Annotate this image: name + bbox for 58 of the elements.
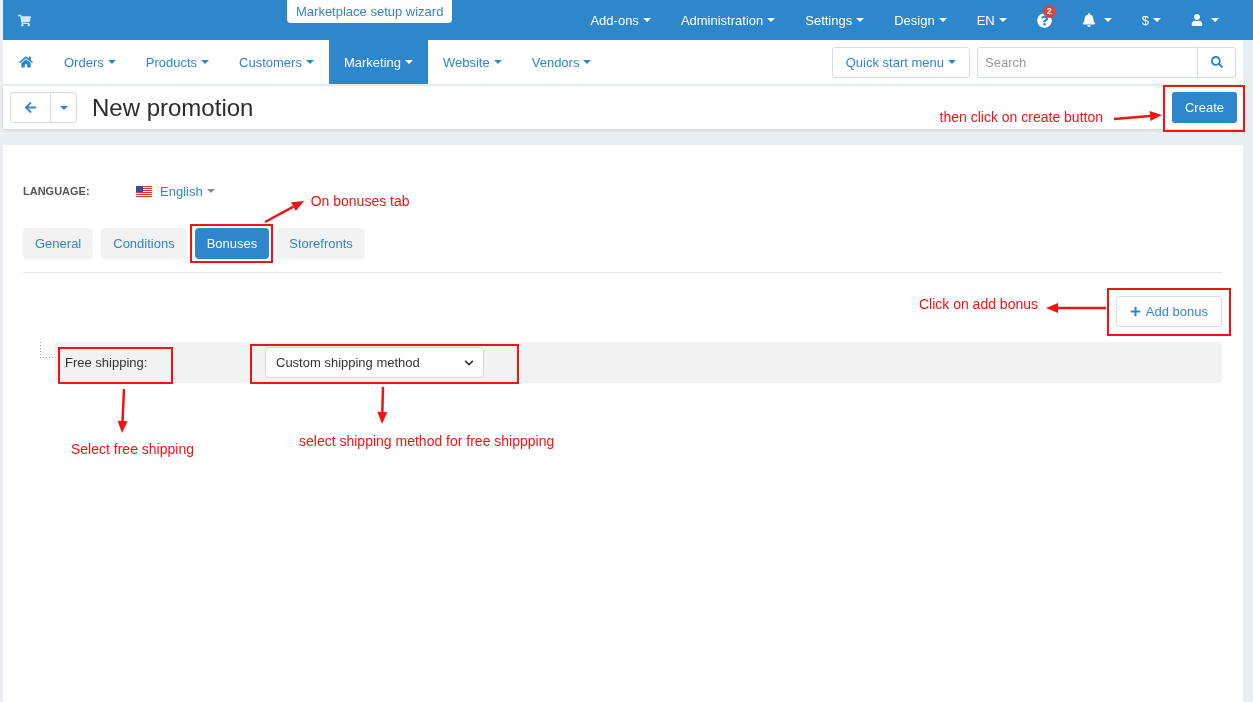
flag-icon xyxy=(136,185,152,197)
callout-text: Click on add bonus xyxy=(918,296,1038,312)
tab[interactable]: General xyxy=(23,228,94,259)
plus-icon xyxy=(1129,306,1141,317)
callout-arrow xyxy=(116,386,130,435)
search-field[interactable]: Search xyxy=(977,46,1198,78)
language-label: LANGUAGE: xyxy=(23,185,91,197)
caret-icon xyxy=(583,60,592,64)
callout-arrow xyxy=(1111,109,1164,123)
tab[interactable]: Storefronts xyxy=(277,228,365,259)
quick-start-menu-button[interactable]: Quick start menu xyxy=(831,46,970,78)
caret-icon xyxy=(201,60,210,64)
user-icon xyxy=(1191,14,1203,26)
create-button[interactable]: Create xyxy=(1171,92,1237,123)
add-bonus-button[interactable]: Add bonus xyxy=(1115,296,1222,327)
setup-wizard-tab[interactable]: Marketplace setup wizard xyxy=(287,0,453,23)
caret-icon xyxy=(305,60,314,64)
top-menu-item[interactable]: Add-ons xyxy=(575,0,666,40)
home-icon xyxy=(19,55,33,69)
caret-icon xyxy=(948,60,956,64)
notification-badge: 2 xyxy=(1042,4,1056,18)
top-menu-item[interactable]: Design xyxy=(879,0,962,40)
back-button[interactable] xyxy=(10,92,51,123)
callout-text: Select free shipping xyxy=(71,440,194,457)
bonus-label: Free shipping: xyxy=(65,354,148,371)
tab[interactable]: Conditions xyxy=(101,228,187,259)
callout-arrow xyxy=(375,385,389,426)
caret-icon xyxy=(206,189,215,193)
tab[interactable]: Bonuses xyxy=(194,228,270,259)
caret-icon xyxy=(405,60,413,64)
callout-text: then click on create button xyxy=(939,109,1103,125)
nav-menu-item[interactable]: Orders xyxy=(49,40,131,84)
top-menu-item[interactable]: $ xyxy=(1126,0,1176,40)
caret-icon xyxy=(59,105,68,110)
nav-menu-item[interactable]: Products xyxy=(130,40,225,84)
back-arrow-icon xyxy=(24,101,37,114)
caret-icon xyxy=(493,60,502,64)
nav-menu-item[interactable]: Website xyxy=(428,40,517,84)
language-selector[interactable]: English xyxy=(136,183,215,199)
nav-menu-item[interactable]: Customers xyxy=(224,40,329,84)
nav-menu-item[interactable]: Vendors xyxy=(516,40,607,84)
chevron-down-icon xyxy=(464,357,474,368)
top-menu-item[interactable]: Settings xyxy=(790,0,880,40)
callout-text: On bonuses tab xyxy=(310,193,410,209)
callout-arrow xyxy=(262,199,306,224)
top-menu-item[interactable]: EN xyxy=(961,0,1022,40)
caret-icon xyxy=(107,60,116,64)
callout-text: select shipping method for free shippping xyxy=(299,433,555,449)
bell-icon xyxy=(1081,13,1096,27)
nav-menu-item[interactable]: Marketing xyxy=(328,40,428,84)
page-title: New promotion xyxy=(92,93,254,122)
search-icon xyxy=(1210,56,1223,68)
top-menu-item[interactable]: Administration xyxy=(665,0,791,40)
shipping-method-select[interactable]: Custom shipping method xyxy=(265,347,484,378)
dotted-connector-icon xyxy=(40,342,55,358)
cart-icon xyxy=(18,13,31,27)
help-button[interactable]: 2 xyxy=(1021,0,1067,40)
search-button[interactable] xyxy=(1198,46,1236,78)
